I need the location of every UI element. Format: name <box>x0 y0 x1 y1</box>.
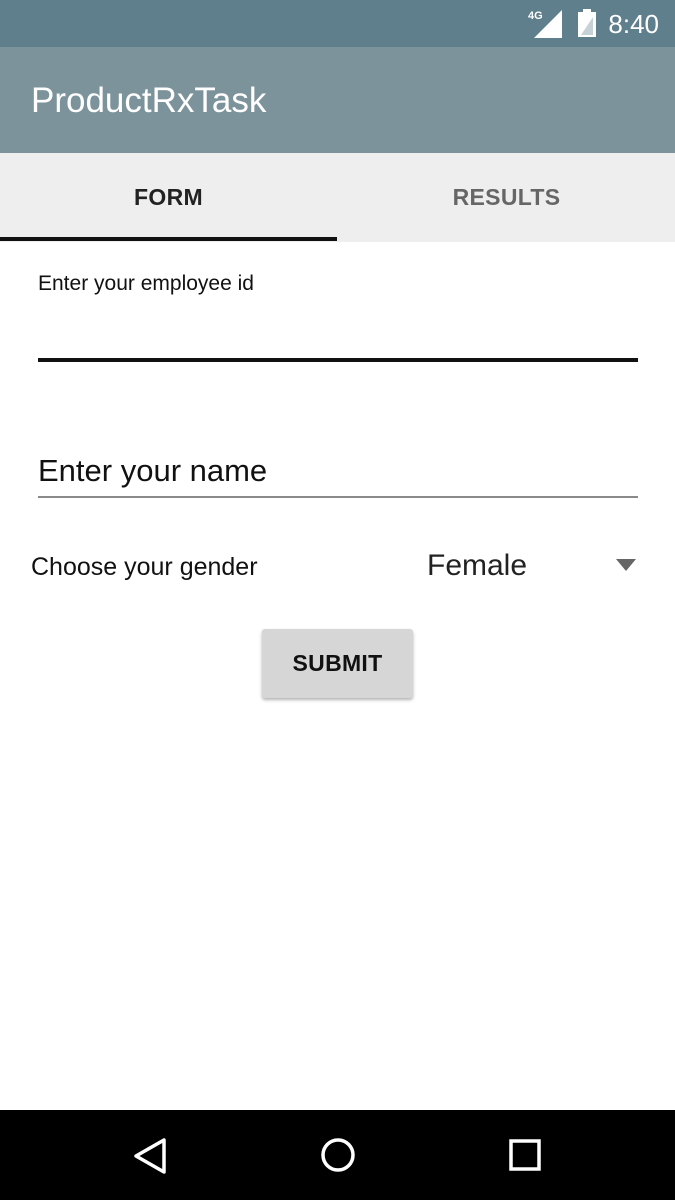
clock: 8:40 <box>608 9 659 39</box>
gender-selected-value: Female <box>427 549 528 582</box>
gender-label: Choose your gender <box>31 553 258 581</box>
tab-bar: FORM RESULTS <box>0 153 675 242</box>
status-bar: 4G 8:40 <box>0 0 675 47</box>
navigation-bar <box>0 1110 675 1200</box>
signal-icon <box>534 10 562 38</box>
name-input[interactable] <box>38 446 638 498</box>
recents-icon[interactable] <box>505 1136 545 1176</box>
submit-button[interactable]: SUBMIT <box>262 629 413 698</box>
back-icon[interactable] <box>130 1136 170 1176</box>
employee-id-input[interactable] <box>38 300 638 362</box>
app-bar: ProductRxTask <box>0 47 675 153</box>
employee-id-label: Enter your employee id <box>38 272 254 295</box>
tab-form[interactable]: FORM <box>0 153 337 242</box>
tab-indicator <box>0 237 337 241</box>
app-title: ProductRxTask <box>31 81 267 120</box>
tab-results[interactable]: RESULTS <box>338 153 675 242</box>
home-icon[interactable] <box>318 1136 358 1176</box>
battery-icon <box>578 9 596 37</box>
dropdown-arrow-icon <box>616 559 636 571</box>
gender-dropdown[interactable]: Female <box>412 540 642 594</box>
